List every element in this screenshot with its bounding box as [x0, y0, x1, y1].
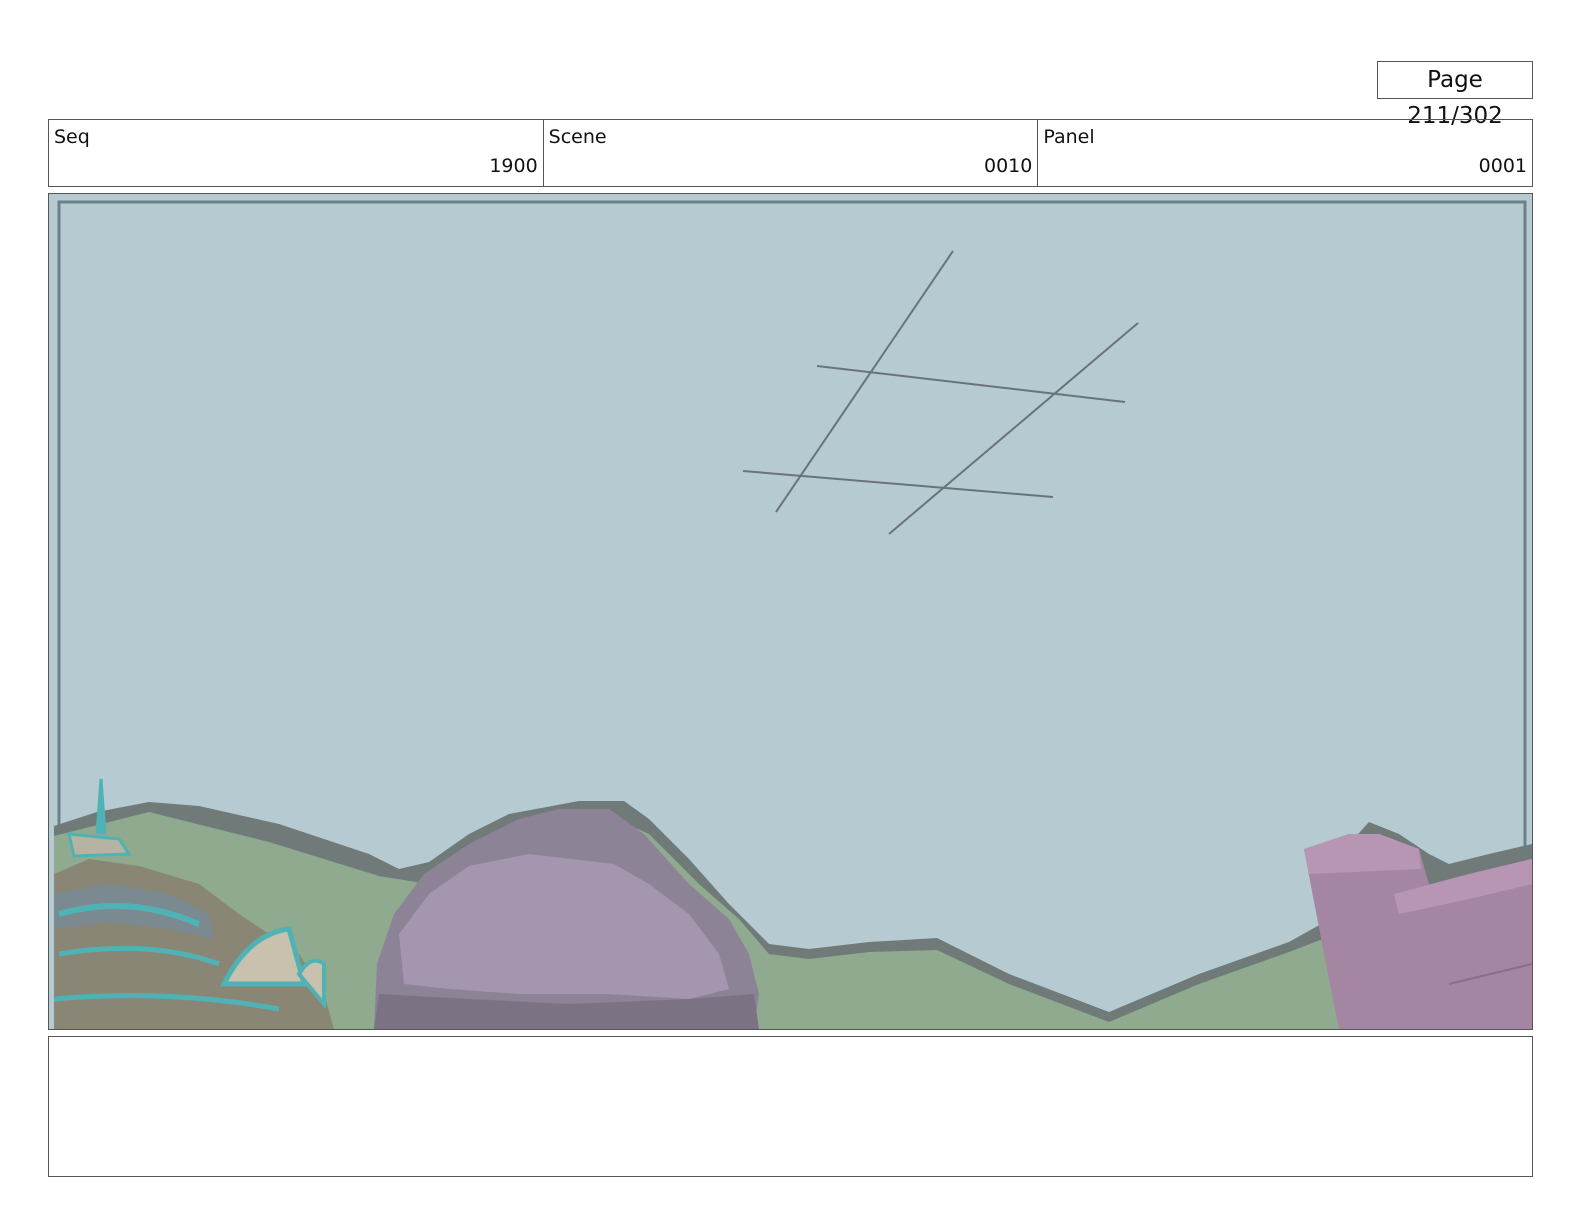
scene-value: 0010: [983, 155, 1033, 177]
panel-info-row: Seq 1900 Scene 0010 Panel 0001: [48, 119, 1533, 187]
panel-value: 0001: [1478, 155, 1528, 177]
panel-cell: Panel 0001: [1038, 120, 1532, 186]
storyboard-drawing: [49, 194, 1532, 1029]
storyboard-panel: [48, 193, 1533, 1030]
scene-label: Scene: [548, 126, 607, 148]
scene-cell: Scene 0010: [544, 120, 1039, 186]
seq-value: 1900: [489, 155, 538, 177]
panel-label: Panel: [1043, 126, 1095, 148]
notes-box: [48, 1036, 1533, 1177]
seq-cell: Seq 1900: [49, 120, 544, 186]
seq-label: Seq: [54, 126, 90, 148]
page-number: Page 211/302: [1377, 61, 1533, 129]
